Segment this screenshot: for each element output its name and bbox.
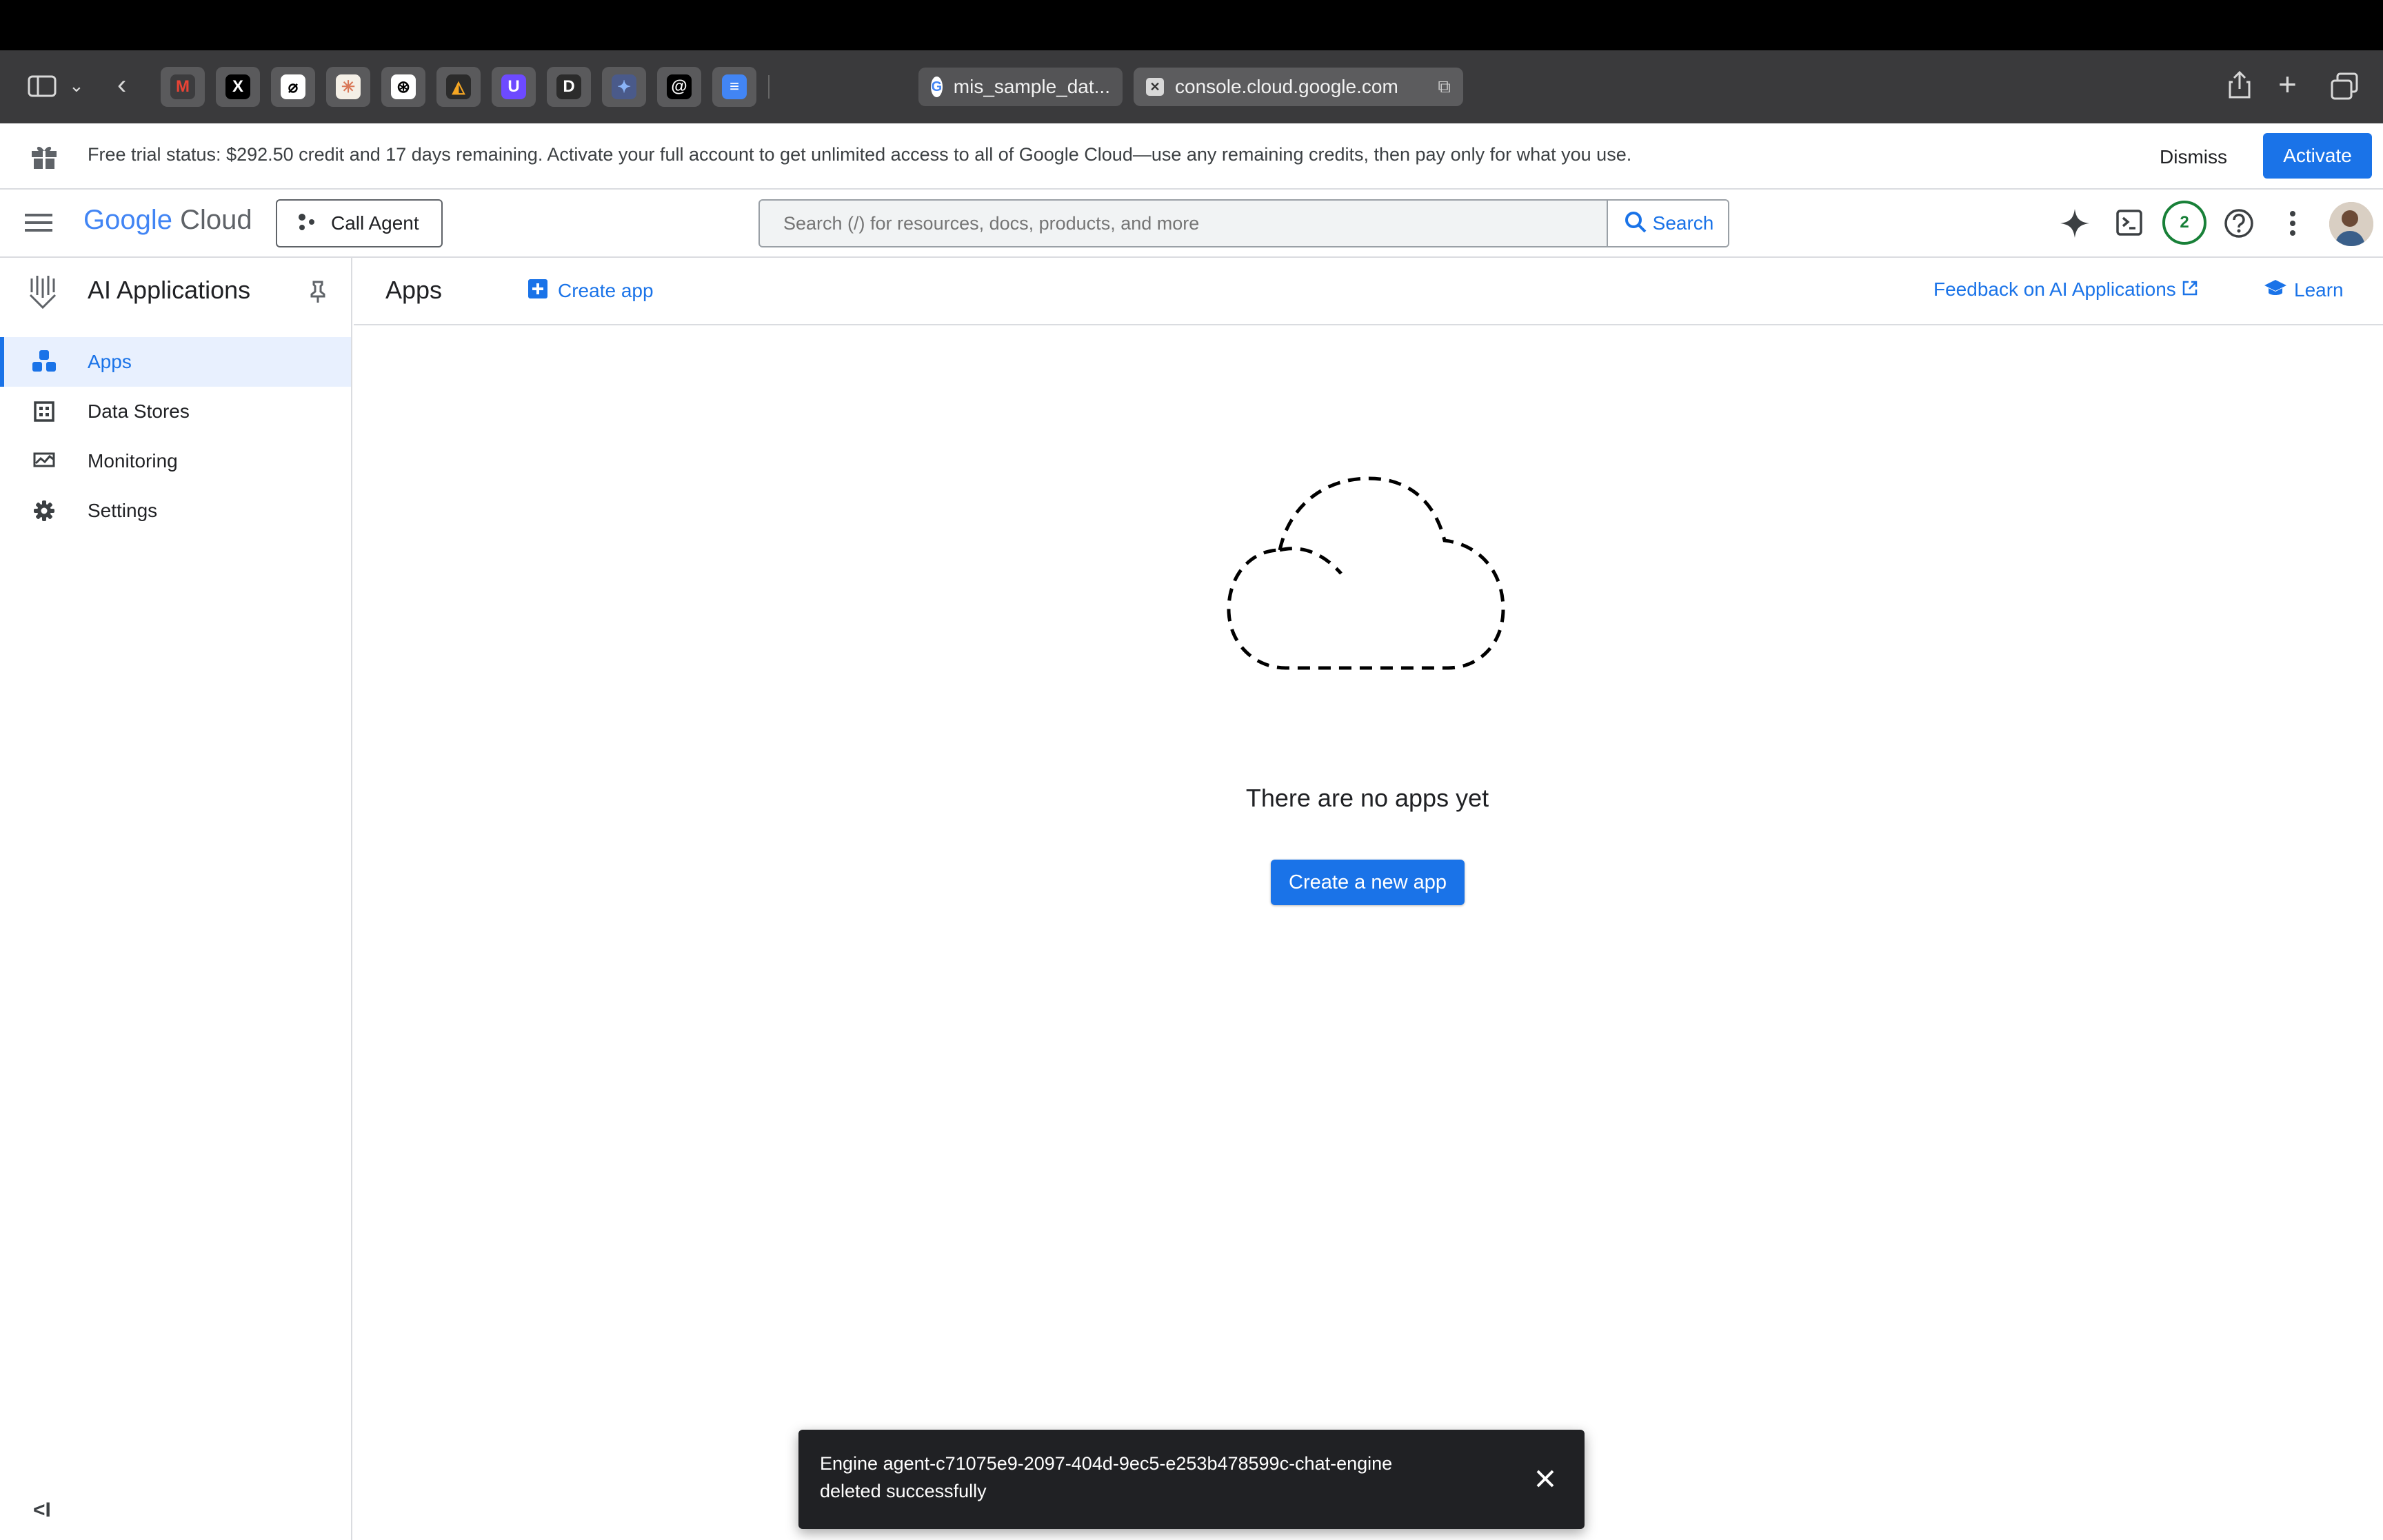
new-tab-icon[interactable]: + xyxy=(2278,68,2297,100)
system-top-bar xyxy=(0,0,2383,50)
trial-banner: Free trial status: $292.50 credit and 17… xyxy=(0,123,2383,190)
notifications-badge[interactable]: 2 xyxy=(2162,201,2206,245)
logo-cloud: Cloud xyxy=(180,205,252,235)
gmail-icon: M xyxy=(170,74,195,99)
avatar[interactable] xyxy=(2329,202,2373,246)
toast-message-line2: deleted successfully xyxy=(820,1481,987,1501)
create-app-label: Create app xyxy=(558,279,654,301)
feedback-link[interactable]: Feedback on AI Applications xyxy=(1933,278,2198,301)
create-new-app-button[interactable]: Create a new app xyxy=(1271,860,1465,905)
ai-applications-logo-icon xyxy=(28,274,59,312)
google-cloud-logo[interactable]: Google Cloud xyxy=(83,205,252,236)
agent-icon xyxy=(296,212,317,236)
d-icon: D xyxy=(556,74,581,99)
empty-state-cloud-illustration xyxy=(1220,472,1510,682)
docs-icon: ≡ xyxy=(722,74,747,99)
gear-icon xyxy=(30,497,58,525)
empty-state-message: There are no apps yet xyxy=(1245,784,1489,812)
sidebar-item-apps[interactable]: Apps xyxy=(0,337,351,387)
claude-icon: ✳ xyxy=(336,74,361,99)
search-button[interactable]: Search xyxy=(1607,201,1728,246)
collapse-sidebar-icon[interactable]: <I xyxy=(33,1499,51,1522)
logo-google: Google xyxy=(83,205,172,235)
data-stores-icon xyxy=(30,398,58,425)
gemini-icon: ✦ xyxy=(612,74,636,99)
cloud-shell-icon[interactable] xyxy=(2115,209,2143,240)
browser-toolbar: ⌄ ‹ M X ⌀ ✳ ⊛ ◭ U D ✦ @ ≡ G mis_sample_dat... ✕ co… xyxy=(0,50,2383,123)
tab-console-cloud[interactable]: ✕ console.cloud.google.com ⧉ xyxy=(1134,68,1463,106)
hamburger-menu-icon[interactable] xyxy=(25,212,52,236)
pin-icon[interactable] xyxy=(309,280,327,307)
google-g-icon: G xyxy=(931,77,943,97)
open-in-new-icon xyxy=(2182,280,2198,300)
tab-mis-sample-data[interactable]: G mis_sample_dat... xyxy=(918,68,1123,106)
proton-favicon[interactable]: U xyxy=(492,67,536,107)
call-agent-button[interactable]: Call Agent xyxy=(276,199,443,247)
threads-icon: @ xyxy=(667,74,692,99)
proton-icon: U xyxy=(501,74,526,99)
feedback-label: Feedback on AI Applications xyxy=(1933,278,2176,300)
threads-favicon[interactable]: @ xyxy=(657,67,701,107)
search-button-label: Search xyxy=(1652,212,1714,234)
sidebar-item-data-stores[interactable]: Data Stores xyxy=(0,387,351,436)
app-favicon[interactable]: ◭ xyxy=(436,67,481,107)
back-arrow-icon[interactable]: ‹ xyxy=(117,71,126,99)
openai-favicon[interactable]: ⊛ xyxy=(381,67,425,107)
share-icon[interactable] xyxy=(2227,70,2252,104)
tab-overview-icon[interactable]: ⧉ xyxy=(1438,76,1451,98)
search-bar: Search xyxy=(758,199,1729,247)
perplexity-favicon[interactable]: ⌀ xyxy=(271,67,315,107)
create-app-button[interactable]: Create app xyxy=(527,278,654,303)
tab-title: mis_sample_dat... xyxy=(953,76,1110,97)
tab-title: console.cloud.google.com xyxy=(1175,76,1398,97)
sidebar-toggle-icon[interactable] xyxy=(28,74,57,103)
call-agent-label: Call Agent xyxy=(331,212,419,234)
chevron-down-icon[interactable]: ⌄ xyxy=(69,77,84,94)
help-icon[interactable] xyxy=(2223,207,2255,243)
console-header: Google Cloud Call Agent Search 2 xyxy=(0,190,2383,258)
monitoring-icon xyxy=(30,447,58,475)
gemini-favicon[interactable]: ✦ xyxy=(602,67,646,107)
sidebar-item-label: Data Stores xyxy=(88,401,190,422)
gmail-favicon[interactable]: M xyxy=(161,67,205,107)
sidebar-item-label: Apps xyxy=(88,351,132,372)
perplexity-icon: ⌀ xyxy=(281,74,305,99)
close-icon[interactable] xyxy=(1535,1468,1556,1492)
tab-overview-icon[interactable] xyxy=(2331,72,2358,104)
page-header: Apps Create app Feedback on AI Applicati… xyxy=(354,258,2383,325)
gift-icon xyxy=(30,144,58,174)
left-sidebar: AI Applications Apps Data Stores Monitor… xyxy=(0,258,352,1540)
app-icon: ◭ xyxy=(446,74,471,99)
claude-favicon[interactable]: ✳ xyxy=(326,67,370,107)
openai-icon: ⊛ xyxy=(391,74,416,99)
school-icon xyxy=(2264,278,2287,301)
learn-button[interactable]: Learn xyxy=(2264,278,2344,301)
apps-icon xyxy=(30,348,58,376)
page-title: Apps xyxy=(385,276,443,304)
x-icon: X xyxy=(225,74,250,99)
notifications-count: 2 xyxy=(2180,213,2189,232)
learn-label: Learn xyxy=(2294,278,2344,301)
toast-message-line1: Engine agent-c71075e9-2097-404d-9ec5-e25… xyxy=(820,1453,1393,1474)
search-icon xyxy=(1624,210,1647,237)
sidebar-item-monitoring[interactable]: Monitoring xyxy=(0,436,351,486)
dismiss-button[interactable]: Dismiss xyxy=(2151,141,2235,173)
x-favicon[interactable]: X xyxy=(216,67,260,107)
sidebar-item-label: Settings xyxy=(88,500,158,521)
gemini-spark-icon[interactable] xyxy=(2059,207,2091,243)
d-favicon[interactable]: D xyxy=(547,67,591,107)
search-input[interactable] xyxy=(760,201,1607,246)
separator xyxy=(768,75,770,99)
more-vert-icon[interactable] xyxy=(2288,210,2297,240)
docs-favicon[interactable]: ≡ xyxy=(712,67,756,107)
close-icon[interactable]: ✕ xyxy=(1146,78,1164,96)
add-box-icon xyxy=(527,278,548,303)
trial-status-text: Free trial status: $292.50 credit and 17… xyxy=(88,144,1632,165)
activate-button[interactable]: Activate xyxy=(2263,133,2372,179)
sidebar-item-settings[interactable]: Settings xyxy=(0,486,351,536)
sidebar-item-label: Monitoring xyxy=(88,450,178,472)
product-title: AI Applications xyxy=(88,276,251,304)
snackbar-toast: Engine agent-c71075e9-2097-404d-9ec5-e25… xyxy=(798,1430,1585,1529)
